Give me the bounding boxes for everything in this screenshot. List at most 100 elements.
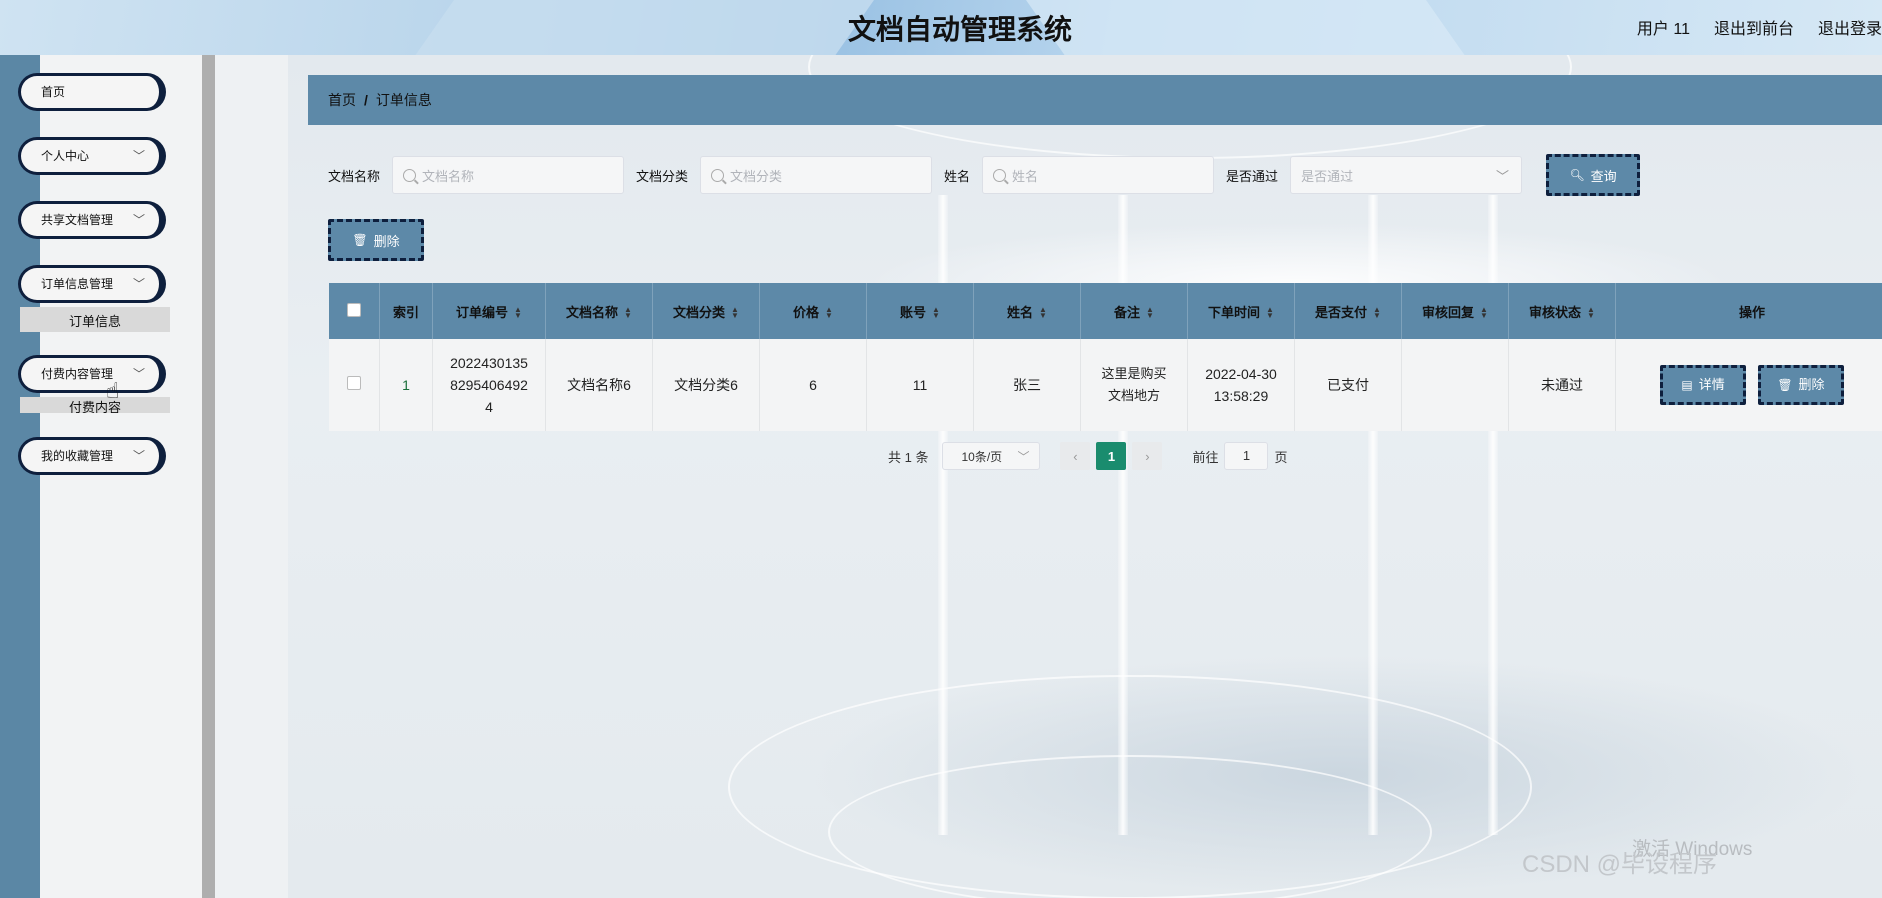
back-to-front-link[interactable]: 退出到前台 <box>1714 15 1794 39</box>
sidebar-item-label: 我的收藏管理 <box>41 449 114 463</box>
name-cell: 张三 <box>973 339 1081 431</box>
top-header: 文档自动管理系统 用户 11 退出到前台 退出登录 <box>0 0 1882 55</box>
column-header[interactable]: 是否支付 ▲ ▼ <box>1294 283 1402 339</box>
doc-name-input[interactable]: 文档名称 <box>392 156 625 194</box>
passed-select[interactable]: 是否通过 ﹀ <box>1290 156 1523 194</box>
user-menu: 用户 11 退出到前台 退出登录 <box>1637 15 1882 39</box>
search-icon <box>993 168 1007 182</box>
chevron-down-icon: ﹀ <box>132 449 145 463</box>
column-header[interactable]: 审核回复 ▲ ▼ <box>1401 283 1509 339</box>
sidebar-scrollbar[interactable] <box>202 55 215 898</box>
breadcrumb-home[interactable]: 首页 <box>328 92 356 108</box>
order-no-line: 2022430135 <box>450 355 528 371</box>
submenu-item-order-info[interactable]: 订单信息 <box>20 307 170 332</box>
column-header[interactable]: 姓名 ▲ ▼ <box>973 283 1081 339</box>
order-time: 13:58:29 <box>1213 388 1269 404</box>
remark-cell: 这里是购买 文档地方 <box>1080 339 1188 431</box>
column-header[interactable]: 账号 ▲ ▼ <box>866 283 974 339</box>
chevron-right-icon: › <box>1145 448 1150 464</box>
sidebar-item-label: 订单信息管理 <box>41 277 114 291</box>
row-delete-label: 删除 <box>1798 377 1825 392</box>
sort-icon[interactable]: ▲ ▼ <box>1480 306 1488 320</box>
sidebar-item-shared-docs[interactable]: 共享文档管理 ﹀ <box>18 201 166 239</box>
sort-icon[interactable]: ▲ ▼ <box>1146 306 1154 320</box>
select-all-checkbox[interactable] <box>347 302 361 317</box>
doc-category-input[interactable]: 文档分类 <box>700 156 933 194</box>
chevron-down-icon: ﹀ <box>132 277 145 291</box>
pagination: 共 1 条 10条/页 ﹀ ‹ 1 › 前往 1 页 <box>888 442 1288 470</box>
column-header[interactable]: 审核状态 ▲ ▼ <box>1508 283 1616 339</box>
query-button[interactable]: 🔍︎ 查询 <box>1546 154 1641 196</box>
column-header[interactable]: 下单时间 ▲ ▼ <box>1187 283 1295 339</box>
column-header: 操作 <box>1615 283 1882 339</box>
sort-icon[interactable]: ▲ ▼ <box>1039 306 1047 320</box>
column-header-label: 姓名 <box>1007 304 1034 320</box>
prev-page-button[interactable]: ‹ <box>1060 442 1091 470</box>
chevron-down-icon: ﹀ <box>132 149 145 163</box>
sort-icon[interactable]: ▲ ▼ <box>1266 306 1274 320</box>
column-header[interactable]: 备注 ▲ ▼ <box>1080 283 1188 339</box>
sidebar-item-label: 个人中心 <box>41 149 90 163</box>
sort-icon[interactable]: ▲ ▼ <box>514 306 522 320</box>
query-button-label: 查询 <box>1590 168 1617 184</box>
submenu-item-paid-content[interactable]: 付费内容 <box>20 397 170 413</box>
trash-icon: 🗑︎ <box>352 233 368 247</box>
column-header-label: 账号 <box>900 304 927 320</box>
sidebar-item-home[interactable]: 首页 <box>18 73 166 111</box>
price-cell: 6 <box>759 339 867 431</box>
sidebar-item-favorites[interactable]: 我的收藏管理 ﹀ <box>18 437 166 475</box>
column-header-label: 价格 <box>793 304 820 320</box>
column-header[interactable]: 文档分类 ▲ ▼ <box>652 283 760 339</box>
sidebar-item-order-management[interactable]: 订单信息管理 ﹀ <box>18 265 166 303</box>
app-title: 文档自动管理系统 <box>847 13 1072 46</box>
select-all-header <box>329 283 380 339</box>
next-page-button[interactable]: › <box>1132 442 1163 470</box>
account-cell: 11 <box>866 339 974 431</box>
main-content: 首页 / 订单信息 文档名称 文档名称 文档分类 文档分类 姓名 姓名 是否通过 是… <box>288 55 1882 898</box>
page-suffix: 页 <box>1274 449 1288 465</box>
detail-button-label: 详情 <box>1698 377 1725 392</box>
remark-line: 文档地方 <box>1107 388 1160 403</box>
logout-link[interactable]: 退出登录 <box>1818 15 1882 39</box>
column-header[interactable]: 文档名称 ▲ ▼ <box>545 283 653 339</box>
current-user: 用户 11 <box>1636 21 1690 38</box>
sort-icon[interactable]: ▲ ▼ <box>1373 306 1381 320</box>
sort-icon[interactable]: ▲ ▼ <box>825 306 833 320</box>
goto-label: 前往 <box>1192 449 1219 465</box>
sort-icon[interactable]: ▲ ▼ <box>731 306 739 320</box>
doc-category-placeholder: 文档分类 <box>730 168 783 184</box>
sort-icon[interactable]: ▲ ▼ <box>932 306 940 320</box>
row-select-cell <box>329 339 380 431</box>
order-time-cell: 2022-04-30 13:58:29 <box>1187 339 1295 431</box>
order-no-line: 8295406492 <box>450 377 528 393</box>
chevron-down-icon: ﹀ <box>132 213 145 227</box>
row-delete-button[interactable]: 🗑︎ 删除 <box>1757 365 1844 405</box>
column-header-label: 文档名称 <box>566 304 619 320</box>
breadcrumb: 首页 / 订单信息 <box>308 75 1882 125</box>
sort-icon[interactable]: ▲ ▼ <box>624 306 632 320</box>
column-header-label: 文档分类 <box>673 304 726 320</box>
column-header-label: 审核回复 <box>1422 304 1475 320</box>
sidebar-item-paid-content[interactable]: 付费内容管理 ﹀ <box>18 355 166 393</box>
chevron-down-icon: ﹀ <box>1017 449 1030 464</box>
name-placeholder: 姓名 <box>1012 168 1039 184</box>
sidebar-item-personal-center[interactable]: 个人中心 ﹀ <box>18 137 166 175</box>
search-icon <box>711 168 725 182</box>
detail-button[interactable]: ▤ 详情 <box>1660 365 1747 405</box>
page-size-select[interactable]: 10条/页 ﹀ <box>942 442 1041 470</box>
sidebar-item-label: 共享文档管理 <box>41 213 114 227</box>
sort-icon[interactable]: ▲ ▼ <box>1587 306 1595 320</box>
order-no-cell: 2022430135 8295406492 4 <box>432 339 546 431</box>
name-input[interactable]: 姓名 <box>982 156 1215 194</box>
page-number-button[interactable]: 1 <box>1096 442 1127 470</box>
goto-page-input[interactable]: 1 <box>1224 442 1269 470</box>
row-checkbox[interactable] <box>347 376 361 390</box>
search-form: 文档名称 文档名称 文档分类 文档分类 姓名 姓名 是否通过 是否通过 ﹀ 🔍︎ 查… <box>328 154 1641 196</box>
page-size-value: 10条/页 <box>961 449 1003 464</box>
batch-delete-button[interactable]: 🗑︎ 删除 <box>328 219 424 261</box>
document-icon: ▤ <box>1681 378 1693 392</box>
search-icon: 🔍︎ <box>1569 168 1585 182</box>
search-icon <box>403 168 417 182</box>
column-header[interactable]: 订单编号 ▲ ▼ <box>432 283 546 339</box>
column-header[interactable]: 价格 ▲ ▼ <box>759 283 867 339</box>
